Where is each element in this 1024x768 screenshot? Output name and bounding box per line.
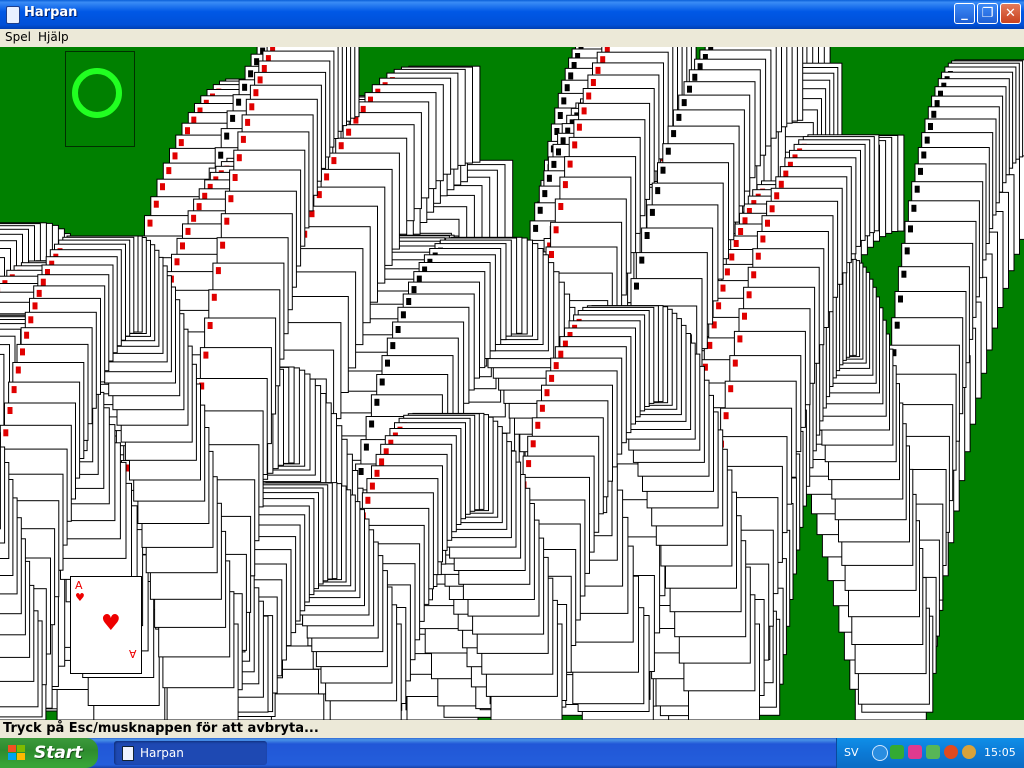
- status-text: Tryck på Esc/musknappen för att avbryta.…: [3, 721, 319, 736]
- messenger-icon[interactable]: [926, 745, 940, 759]
- game-area[interactable]: A ♥ ♥ A: [0, 47, 1024, 720]
- network-icon[interactable]: [872, 745, 888, 761]
- menu-hjalp[interactable]: Hjälp: [38, 30, 69, 44]
- language-indicator[interactable]: SV: [844, 746, 859, 759]
- status-bar: Tryck på Esc/musknappen för att avbryta.…: [0, 720, 1024, 738]
- start-button[interactable]: Start: [0, 738, 98, 768]
- taskbar: Start Harpan SV 15:05: [0, 738, 1024, 768]
- minimize-button[interactable]: _: [954, 3, 975, 24]
- menu-bar: Spel Hjälp: [0, 29, 1024, 47]
- bouncing-card-trails: [0, 47, 1024, 720]
- maximize-button[interactable]: ❐: [977, 3, 998, 24]
- menu-spel[interactable]: Spel: [5, 30, 31, 44]
- volume-icon[interactable]: [962, 745, 976, 759]
- close-button[interactable]: ✕: [1000, 3, 1021, 24]
- spotify-icon[interactable]: [890, 745, 904, 759]
- window-title: Harpan: [24, 5, 78, 20]
- antivirus-icon[interactable]: [944, 745, 958, 759]
- card-suit-top: ♥: [75, 591, 85, 604]
- card-suit-center: ♥: [101, 611, 121, 636]
- clock: 15:05: [984, 746, 1016, 759]
- telia-icon[interactable]: [908, 745, 922, 759]
- card-rank-bottom: A: [129, 647, 137, 660]
- start-label: Start: [34, 743, 83, 763]
- taskbar-item-label: Harpan: [140, 746, 184, 760]
- taskbar-item-harpan[interactable]: Harpan: [114, 741, 267, 765]
- windows-logo-icon: [8, 745, 25, 760]
- harpan-task-icon: [122, 746, 134, 761]
- system-tray: SV 15:05: [836, 738, 1024, 768]
- bouncing-card: A ♥ ♥ A: [70, 576, 142, 674]
- title-bar[interactable]: Harpan _ ❐ ✕: [0, 0, 1024, 29]
- harpan-app-icon[interactable]: [6, 6, 20, 24]
